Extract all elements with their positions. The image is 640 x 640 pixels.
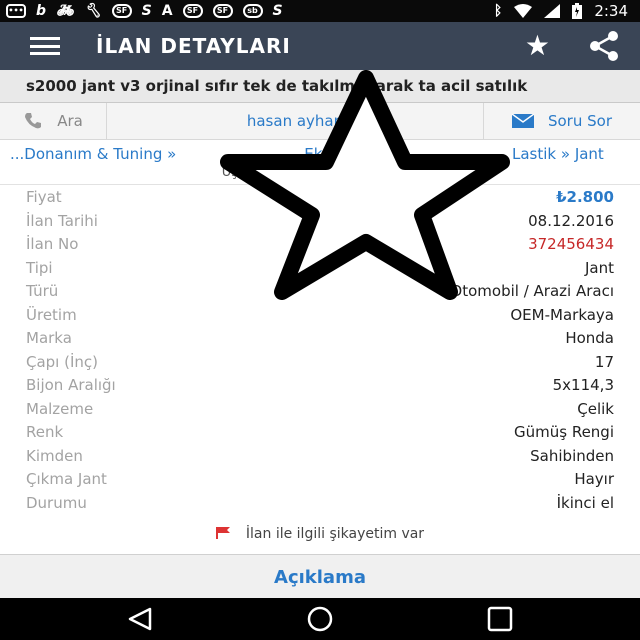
detail-label: Malzeme — [26, 399, 94, 418]
sf-app-icon: SF — [111, 4, 132, 18]
s-app-icon: S — [141, 3, 152, 19]
bluetooth-icon: ᛒ — [493, 3, 503, 19]
messages-icon: ••• — [6, 4, 26, 18]
detail-value: OEM-Markaya — [510, 305, 614, 324]
detail-label: Durumu — [26, 493, 87, 512]
detail-row: Marka Honda — [0, 327, 640, 351]
detail-row: Kimden Sahibinden — [0, 445, 640, 469]
price-value: ₺2.800 — [556, 188, 614, 206]
share-icon[interactable] — [586, 28, 622, 64]
report-listing-link[interactable]: İlan ile ilgili şikayetim var — [0, 526, 640, 542]
detail-label: İlan No — [26, 235, 79, 253]
detail-value: Jant — [584, 258, 614, 277]
favorite-star-icon[interactable]: ★ — [525, 22, 550, 70]
status-time: 2:34 — [594, 2, 628, 20]
cycling-icon: 🚲︎ — [56, 3, 74, 19]
sahibinden-app-icon: sb — [242, 4, 263, 18]
page-title: İLAN DETAYLARI — [96, 34, 291, 58]
detail-row: Malzeme Çelik — [0, 398, 640, 422]
detail-label: Çıkma Jant — [26, 470, 107, 488]
detail-row: Durumu İkinci el — [0, 492, 640, 516]
recent-apps-icon[interactable] — [460, 598, 540, 640]
detail-label: Renk — [26, 423, 64, 441]
detail-value: Hayır — [574, 470, 614, 488]
detail-value: Çelik — [577, 399, 614, 418]
a-app-icon: A — [161, 3, 173, 19]
description-button[interactable]: Açıklama — [0, 554, 640, 599]
s-app-icon: S — [272, 3, 283, 19]
home-icon[interactable] — [280, 598, 360, 640]
b-app-icon: b — [36, 3, 47, 19]
detail-value: Sahibinden — [530, 446, 614, 465]
signal-icon — [544, 4, 561, 18]
listing-number-value: 372456434 — [528, 235, 614, 253]
description-label: Açıklama — [274, 566, 366, 588]
detail-label: Tipi — [26, 258, 53, 277]
detail-value: Gümüş Rengi — [513, 423, 614, 441]
detail-value: 5x114,3 — [552, 376, 614, 394]
detail-row: Bijon Aralığı 5x114,3 — [0, 374, 640, 398]
hamburger-menu-icon[interactable] — [30, 37, 60, 55]
detail-label: Kimden — [26, 446, 83, 465]
overlay-star-icon — [220, 70, 510, 300]
detail-row: Çapı (İnç) 17 — [0, 351, 640, 375]
call-button[interactable]: Ara — [0, 103, 107, 139]
system-navigation-bar — [0, 598, 640, 640]
detail-label: Türü — [26, 282, 59, 300]
ask-question-label: Soru Sor — [547, 112, 612, 130]
detail-value: 08.12.2016 — [528, 211, 614, 230]
report-listing-label: İlan ile ilgili şikayetim var — [245, 526, 425, 542]
detail-label: Marka — [26, 329, 72, 347]
detail-label: Fiyat — [26, 188, 62, 206]
detail-label: Üretim — [26, 305, 77, 324]
sf-app-icon: SF — [182, 4, 203, 18]
detail-value: Honda — [565, 329, 614, 347]
status-bar: ••• b 🚲︎ 🔧︎ SF S A SF SF sb S ᛒ 2:34 — [0, 0, 640, 22]
phone-icon — [25, 113, 42, 129]
app-toolbar: İLAN DETAYLARI ★ — [0, 22, 640, 70]
detail-row: Renk Gümüş Rengi — [0, 421, 640, 445]
wifi-icon — [514, 4, 533, 18]
sf-app-icon: SF — [212, 4, 233, 18]
detail-label: Çapı (İnç) — [26, 352, 99, 371]
back-icon[interactable] — [100, 598, 180, 640]
wrench-icon: 🔧︎ — [83, 3, 102, 19]
battery-icon — [572, 3, 583, 19]
detail-label: Bijon Aralığı — [26, 376, 116, 394]
detail-label: İlan Tarihi — [26, 211, 98, 230]
flag-icon — [215, 527, 230, 539]
detail-value: 17 — [594, 352, 614, 371]
detail-row: Üretim OEM-Markaya — [0, 304, 640, 328]
detail-row: Çıkma Jant Hayır — [0, 468, 640, 492]
breadcrumb-item[interactable]: ...Donanım & Tuning » — [10, 145, 176, 163]
detail-value: İkinci el — [556, 493, 614, 512]
call-label: Ara — [57, 112, 83, 130]
